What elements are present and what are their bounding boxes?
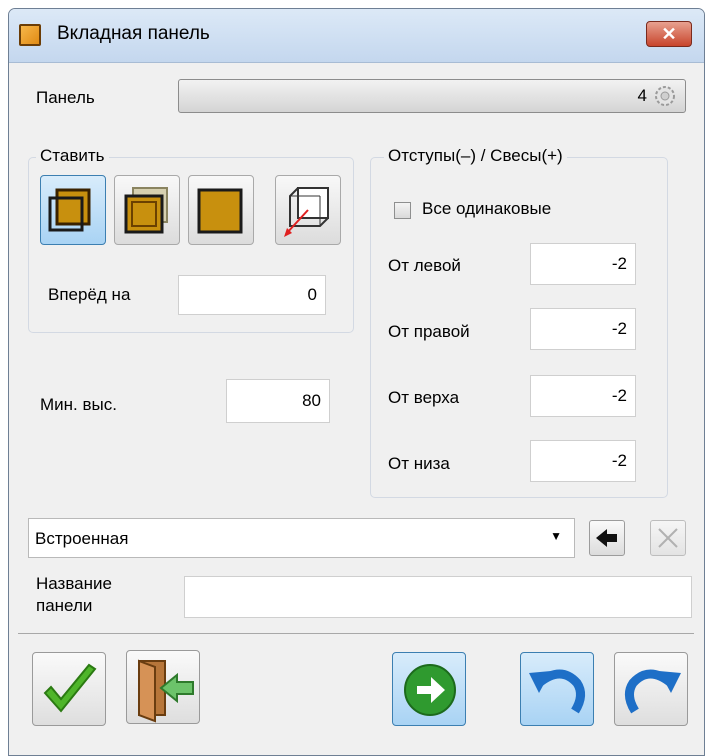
panel-value: 4: [637, 86, 647, 105]
arrow-box-icon: [284, 187, 329, 237]
arrow-right-circle-icon: [404, 664, 456, 716]
chevron-down-icon: ▼: [550, 529, 562, 543]
checkmark-icon: [43, 663, 97, 713]
panel-progress-bar: 4: [178, 79, 686, 113]
offset-left-input[interactable]: -2: [530, 243, 636, 285]
offset-left-label: От левой: [388, 256, 461, 275]
app-icon: [19, 24, 41, 46]
offset-right-input[interactable]: -2: [530, 308, 636, 350]
arrow-left-icon: [596, 529, 617, 547]
exit-door-icon: [138, 659, 194, 723]
all-same-checkbox[interactable]: [394, 202, 411, 219]
offset-bottom-label: От низа: [388, 454, 450, 473]
offset-top-label: От верха: [388, 388, 460, 407]
redo-icon: [625, 669, 681, 714]
place-group-title: Ставить: [36, 146, 109, 166]
title-bar[interactable]: Вкладная панель ✕: [9, 9, 704, 63]
forward-label: Вперёд на: [48, 285, 131, 304]
offsets-group-title: Отступы(–) / Свесы(+): [384, 146, 567, 166]
delete-preset-button[interactable]: [650, 520, 686, 556]
place-inside-icon: [48, 188, 91, 232]
panel-name-label: Название панели: [36, 574, 112, 615]
min-height-input[interactable]: 80: [226, 379, 330, 423]
all-same-label: Все одинаковые: [422, 199, 552, 218]
place-by-point-button[interactable]: [275, 175, 341, 245]
place-inside-button[interactable]: [40, 175, 106, 245]
redo-button[interactable]: [614, 652, 688, 726]
place-overlay-icon: [197, 188, 243, 234]
exit-button[interactable]: [126, 650, 200, 724]
undo-button[interactable]: [520, 652, 594, 726]
close-icon: [658, 528, 678, 548]
panel-label: Панель: [36, 88, 95, 107]
close-button[interactable]: ✕: [646, 21, 692, 47]
next-button[interactable]: [392, 652, 466, 726]
place-overlay-button[interactable]: [188, 175, 254, 245]
ok-button[interactable]: [32, 652, 106, 726]
offset-right-label: От правой: [388, 322, 470, 341]
undo-icon: [529, 669, 585, 714]
apply-preset-button[interactable]: [589, 520, 625, 556]
offset-bottom-input[interactable]: -2: [530, 440, 636, 482]
separator: [18, 633, 694, 634]
window-title: Вкладная панель: [57, 23, 210, 44]
offset-top-input[interactable]: -2: [530, 375, 636, 417]
min-height-label: Мин. выс.: [40, 395, 117, 414]
gear-icon[interactable]: [653, 84, 677, 113]
preset-select[interactable]: Встроенная ▼: [28, 518, 575, 558]
preset-selected-value: Встроенная: [35, 529, 129, 548]
place-front-button[interactable]: [114, 175, 180, 245]
forward-input[interactable]: 0: [178, 275, 326, 315]
place-front-icon: [124, 187, 168, 234]
panel-name-input[interactable]: [184, 576, 692, 618]
